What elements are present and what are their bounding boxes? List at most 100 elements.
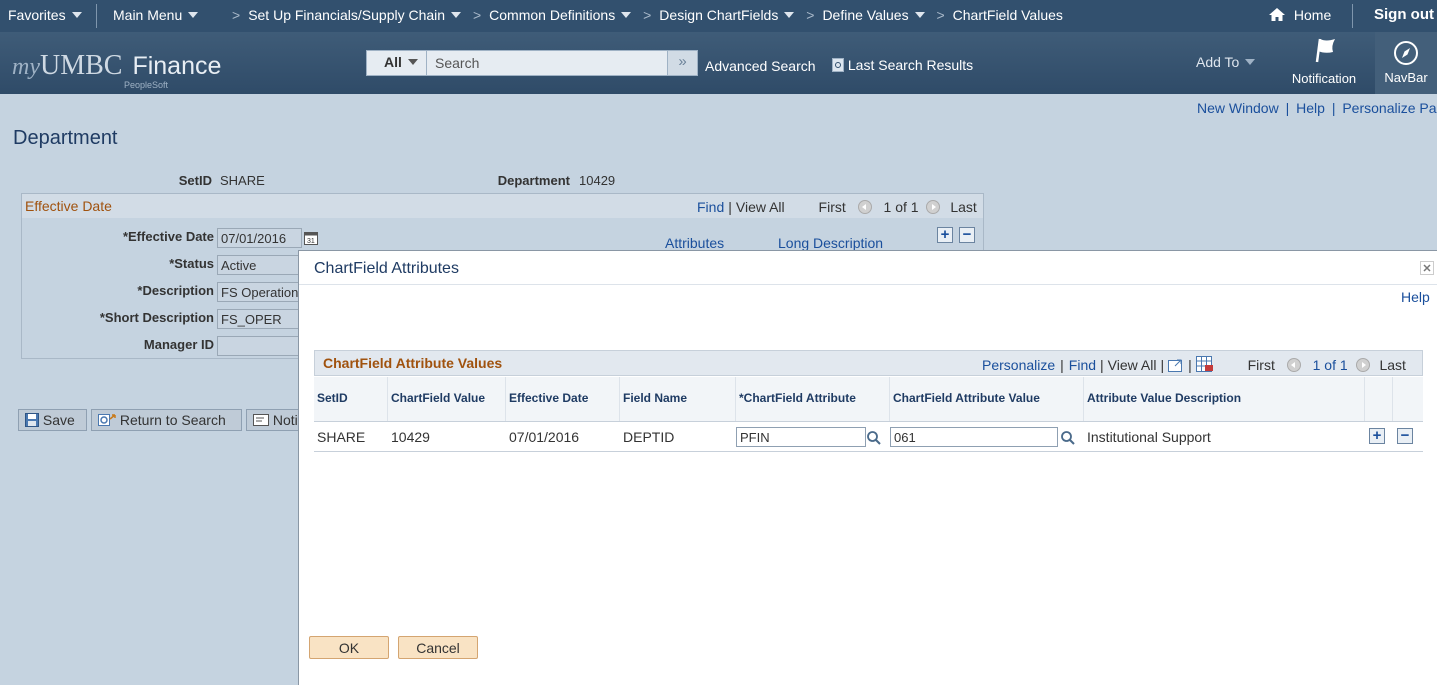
grid-title: ChartField Attribute Values [323,355,503,371]
add-to-menu[interactable]: Add To [1196,54,1256,70]
col-header-attribute-value[interactable]: ChartField Attribute Value [890,377,1084,421]
divider: | [1160,357,1165,373]
description-field[interactable]: FS Operation [217,282,307,302]
chevron-down-icon [407,59,418,65]
save-label: Save [42,412,75,428]
download-excel-icon[interactable] [1195,356,1214,372]
previous-icon[interactable] [857,200,872,214]
add-row-icon[interactable]: + [937,227,953,243]
save-icon [25,413,39,427]
save-button[interactable]: Save [18,409,87,431]
calendar-icon[interactable]: 31 [304,231,318,245]
grid-nav: Personalize | Find | View All | | First 1 of 1… [982,356,1406,373]
help-link[interactable]: Help [1296,100,1325,116]
logo-finance: Finance [132,52,222,80]
grid-previous-icon[interactable] [1286,358,1301,372]
divider [96,4,97,28]
chevron-down-icon [1245,59,1256,65]
view-all-link[interactable]: View All [736,199,785,215]
grid-last-label: Last [1379,357,1406,373]
long-description-link[interactable]: Long Description [778,235,883,251]
description-label: *Description [137,283,214,298]
main-menu[interactable]: Main Menu [113,7,199,23]
breadcrumb: > Set Up Financials/Supply Chain > Common … [224,7,1063,23]
breadcrumb-item-define-values[interactable]: Define Values [822,7,908,23]
search-scope-value: All [384,54,402,70]
effective-date-label: *Effective Date [122,229,214,244]
next-icon[interactable] [926,200,941,214]
return-to-search-button[interactable]: Return to Search [91,409,242,431]
manager-id-field[interactable] [217,336,307,356]
status-select[interactable]: Active [217,255,307,275]
search-scope-select[interactable]: All [367,51,427,75]
breadcrumb-item-design-chartfields[interactable]: Design ChartFields [659,7,778,23]
chevron-right-icon: > [472,7,482,23]
home-link[interactable]: Home [1268,7,1331,23]
col-header-chartfield-attribute[interactable]: *ChartField Attribute [736,377,890,421]
personalize-link[interactable]: Personalize [982,357,1055,373]
last-search-results-link[interactable]: Last Search Results [832,57,973,73]
navbar-button[interactable]: NavBar [1375,32,1437,94]
grid-view-all-link[interactable]: View All [1108,357,1157,373]
col-header-delete [1393,377,1423,421]
chevron-down-icon[interactable] [451,12,462,18]
grid-row-count: 1 of 1 [1312,357,1348,373]
chevron-down-icon[interactable] [784,12,795,18]
home-icon [1269,8,1285,21]
grid-header: ChartField Attribute Values Personalize |… [314,350,1423,376]
breadcrumb-item-common-definitions[interactable]: Common Definitions [489,7,615,23]
ok-button[interactable]: OK [309,636,389,659]
double-chevron-icon: » [678,53,687,70]
new-window-link[interactable]: New Window [1197,100,1279,116]
main-menu-label: Main Menu [113,7,183,23]
lookup-search-icon[interactable] [866,430,882,446]
col-header-effective-date[interactable]: Effective Date [506,377,620,421]
advanced-search-link[interactable]: Advanced Search [705,58,816,74]
chevron-down-icon[interactable] [621,12,632,18]
search-bar: All Search » [366,50,698,76]
divider [314,451,1423,452]
cancel-button[interactable]: Cancel [398,636,478,659]
attribute-value-input[interactable]: 061 [890,427,1058,447]
search-input[interactable]: Search [435,55,479,71]
chartfield-attribute-input[interactable]: PFIN [736,427,866,447]
find-link[interactable]: Find [697,199,724,215]
top-nav-bar: Favorites Main Menu > Set Up Financials/S… [0,0,1437,32]
chevron-down-icon [188,12,199,18]
zoom-grid-icon[interactable] [1168,358,1184,372]
favorites-menu[interactable]: Favorites [8,7,82,23]
notify-button[interactable]: Notif [246,409,306,431]
col-header-attribute-description[interactable]: Attribute Value Description [1084,377,1365,421]
attribute-values-grid: ChartField Attribute Values Personalize |… [314,350,1423,454]
effective-date-field[interactable]: 07/01/2016 [217,228,302,248]
personalize-page-link[interactable]: Personalize Page [1342,100,1437,116]
delete-row-icon[interactable]: − [1397,428,1413,444]
delete-row-icon[interactable]: − [959,227,975,243]
app-logo[interactable]: myUMBC Finance PeopleSoft [12,50,222,90]
grid-next-icon[interactable] [1355,358,1370,372]
search-go-button[interactable]: » [667,51,697,75]
navbar-label: NavBar [1384,70,1428,85]
add-row-icon[interactable]: + [1369,428,1385,444]
department-label: Department [497,173,570,188]
cell-chartfield-value: 10429 [391,429,430,445]
breadcrumb-item-setup[interactable]: Set Up Financials/Supply Chain [248,7,445,23]
chevron-down-icon[interactable] [914,12,925,18]
grid-find-link[interactable]: Find [1069,357,1096,373]
sign-out-link[interactable]: Sign out [1374,6,1434,23]
department-value: 10429 [579,173,616,188]
return-search-icon [98,414,116,426]
modal-help-link[interactable]: Help [1401,289,1430,305]
logo-umbc: UMBC [39,50,123,81]
col-header-setid[interactable]: SetID [314,377,388,421]
short-description-field[interactable]: FS_OPER [217,309,307,329]
close-icon[interactable] [1420,261,1434,275]
short-description-label: *Short Description [99,310,214,325]
divider: | [1188,357,1192,373]
col-header-field-name[interactable]: Field Name [620,377,736,421]
attributes-link[interactable]: Attributes [665,235,724,251]
notification-button[interactable]: Notification [1287,36,1361,92]
col-header-chartfield-value[interactable]: ChartField Value [388,377,506,421]
lookup-search-icon[interactable] [1060,430,1076,446]
breadcrumb-item-chartfield-values[interactable]: ChartField Values [953,7,1063,23]
